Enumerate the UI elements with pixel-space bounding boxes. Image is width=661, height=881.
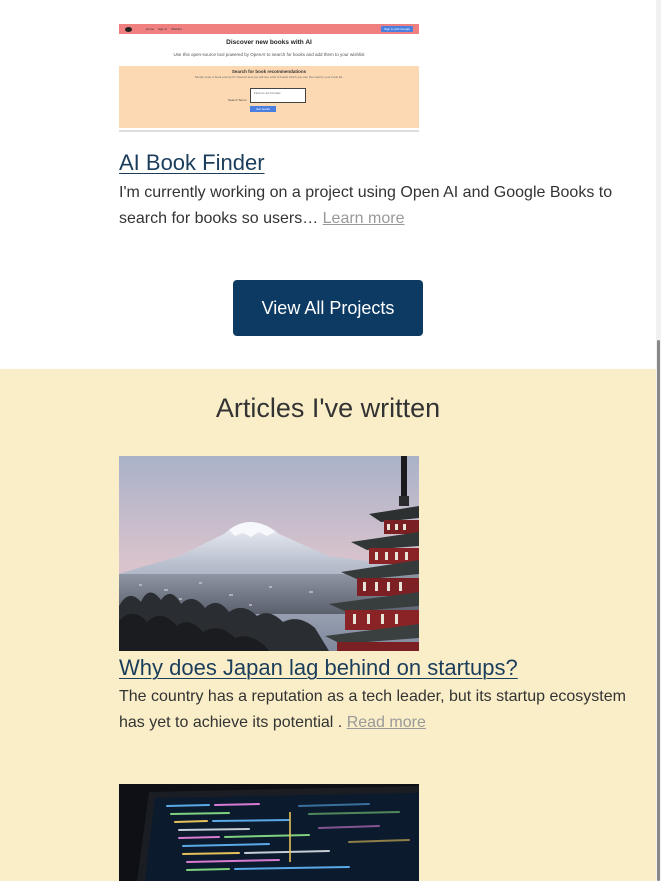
page-scrollbar[interactable] bbox=[656, 0, 661, 881]
projects-section: Home Sign in Wishlist Sign in with Googl… bbox=[0, 0, 656, 369]
screenshot-hero-subtitle: Use this open-source tool powered by Ope… bbox=[173, 52, 365, 57]
read-more-link[interactable]: Read more bbox=[347, 714, 426, 731]
screenshot-search-input: Find me sci fi books bbox=[250, 88, 306, 103]
screenshot-nav: Home Sign in Wishlist bbox=[146, 27, 182, 31]
view-all-projects-button[interactable]: View All Projects bbox=[233, 280, 423, 336]
project-description: I'm currently working on a project using… bbox=[119, 180, 639, 232]
article-description: The country has a reputation as a tech l… bbox=[119, 684, 639, 736]
screenshot-nav-item: Wishlist bbox=[171, 27, 182, 31]
screenshot-signin-button: Sign in with Google bbox=[381, 26, 413, 32]
screenshot-search-title: Search for book recommendations bbox=[231, 69, 307, 74]
screenshot-get-books-button: Get books bbox=[250, 106, 276, 112]
laptop-code-photo bbox=[119, 784, 419, 881]
screenshot-navbar: Home Sign in Wishlist Sign in with Googl… bbox=[119, 24, 419, 34]
learn-more-link[interactable]: Learn more bbox=[323, 210, 405, 227]
screenshot-field-label: Search Terms bbox=[228, 98, 247, 102]
screenshot-nav-item: Sign in bbox=[158, 27, 168, 31]
project-screenshot[interactable]: Home Sign in Wishlist Sign in with Googl… bbox=[119, 24, 419, 132]
article-title-link[interactable]: Why does Japan lag behind on startups? bbox=[119, 655, 518, 681]
screenshot-search-subtitle: Simply enter a book prompt for OpenAI an… bbox=[194, 75, 344, 79]
screenshot-hero-title: Discover new books with AI bbox=[226, 39, 312, 46]
mount-fuji-pagoda-photo bbox=[119, 456, 419, 651]
laptop-code-article-image[interactable] bbox=[119, 784, 419, 881]
project-title-link[interactable]: AI Book Finder bbox=[119, 150, 265, 176]
screenshot-search-panel: Search for book recommendations Simply e… bbox=[119, 66, 419, 128]
screenshot-hero: Discover new books with AI Use this open… bbox=[119, 34, 419, 66]
book-logo-icon bbox=[125, 26, 132, 32]
screenshot-nav-item: Home bbox=[146, 27, 155, 31]
articles-heading: Articles I've written bbox=[215, 393, 441, 423]
articles-section: Articles I've written Why does Japan lag… bbox=[0, 369, 656, 881]
japan-article-image[interactable] bbox=[119, 456, 419, 651]
scrollbar-thumb[interactable] bbox=[657, 340, 660, 881]
